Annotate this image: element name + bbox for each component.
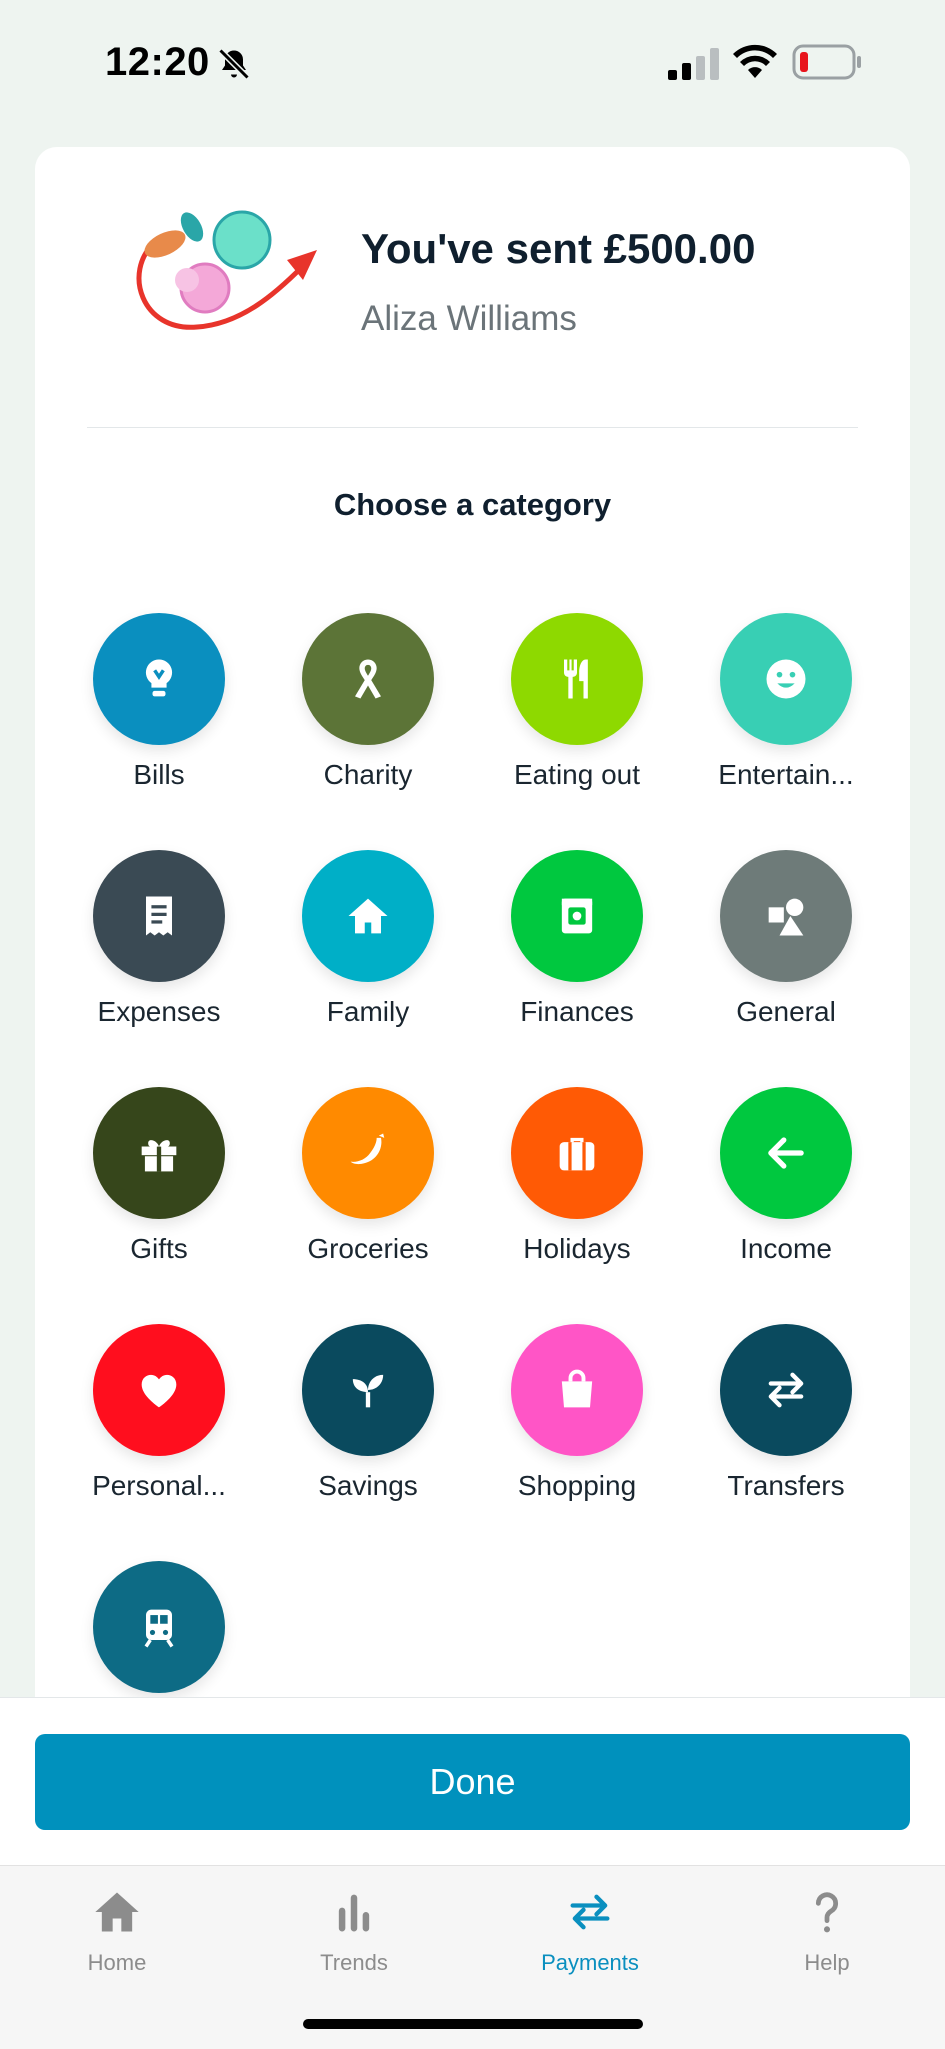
category-transfers-circle[interactable] (720, 1324, 852, 1456)
status-time: 12:20 (105, 40, 210, 84)
category-eating-out-circle[interactable] (511, 613, 643, 745)
payment-confirmation-card: You've sent £500.00 Aliza Williams Choos… (35, 147, 910, 1707)
receipt-icon (146, 896, 172, 936)
category-charity[interactable]: Charity (268, 613, 468, 791)
home-icon (95, 1892, 139, 1932)
category-label: Entertain... (718, 759, 854, 790)
category-label: Shopping (517, 1470, 637, 1501)
category-label: Groceries (307, 1233, 429, 1264)
tab-label: Trends (320, 1950, 388, 1975)
category-shopping-circle[interactable] (511, 1324, 643, 1456)
tab-payments[interactable]: Payments (500, 1886, 680, 1976)
category-income[interactable]: Income (686, 1087, 886, 1265)
cash-icon (561, 898, 593, 934)
category-family[interactable]: Family (268, 850, 468, 1028)
category-eating-out[interactable]: Eating out (477, 613, 677, 791)
category-personal-circle[interactable] (93, 1324, 225, 1456)
category-bills-circle[interactable] (93, 613, 225, 745)
ribbon-icon (355, 659, 381, 699)
category-bills[interactable]: Bills (59, 613, 259, 791)
category-groceries[interactable]: Groceries (268, 1087, 468, 1265)
tab-label: Help (804, 1950, 850, 1975)
category-transport[interactable] (59, 1561, 259, 1707)
category-general[interactable]: General (686, 850, 886, 1028)
tab-label: Payments (541, 1950, 639, 1975)
category-gifts-circle[interactable] (93, 1087, 225, 1219)
category-family-circle[interactable] (302, 850, 434, 982)
shapes-icon (768, 898, 804, 936)
wifi-icon (733, 44, 777, 78)
category-expenses[interactable]: Expenses (59, 850, 259, 1028)
category-charity-circle[interactable] (302, 613, 434, 745)
category-grid: Bills Charity Eating out Entertain... Ex… (35, 147, 910, 1707)
category-finances[interactable]: Finances (477, 850, 677, 1028)
category-label: Transfers (727, 1470, 845, 1501)
category-expenses-circle[interactable] (93, 850, 225, 982)
category-income-circle[interactable] (720, 1087, 852, 1219)
done-button[interactable]: Done (35, 1734, 910, 1830)
category-label: Holidays (523, 1233, 631, 1264)
shopping-bag-icon (561, 1369, 593, 1408)
bell-muted-icon (218, 48, 250, 80)
category-holidays[interactable]: Holidays (477, 1087, 677, 1265)
category-label: Bills (133, 759, 185, 790)
banana-icon (350, 1133, 385, 1165)
house-icon (348, 898, 388, 934)
category-label: Income (740, 1233, 832, 1264)
category-label: Family (326, 996, 410, 1027)
battery-low-icon (792, 44, 861, 80)
category-gifts[interactable]: Gifts (59, 1087, 259, 1265)
sprout-icon (352, 1374, 384, 1408)
category-transfers[interactable]: Transfers (686, 1324, 886, 1502)
gift-icon (141, 1140, 177, 1172)
tab-help[interactable]: Help (737, 1886, 917, 1976)
tab-label: Home (87, 1950, 147, 1975)
home-indicator (303, 2019, 643, 2029)
tab-trends[interactable]: Trends (264, 1886, 444, 1976)
category-savings-circle[interactable] (302, 1324, 434, 1456)
category-label: Expenses (97, 996, 221, 1027)
category-label: General (736, 996, 836, 1027)
category-groceries-circle[interactable] (302, 1087, 434, 1219)
category-holidays-circle[interactable] (511, 1087, 643, 1219)
category-transport-circle[interactable] (93, 1561, 225, 1693)
transfer-arrows-icon (768, 1372, 804, 1408)
lightbulb-icon (145, 659, 173, 697)
category-label: Finances (520, 996, 634, 1027)
tab-home[interactable]: Home (27, 1886, 207, 1976)
done-footer: Done (0, 1697, 945, 1866)
category-label: Charity (323, 759, 413, 790)
train-icon (144, 1609, 174, 1648)
cutlery-icon (564, 659, 588, 699)
category-shopping[interactable]: Shopping (477, 1324, 677, 1502)
category-label: Savings (318, 1470, 418, 1501)
arrow-left-icon (768, 1137, 804, 1169)
bar-chart-icon (338, 1894, 370, 1932)
category-personal[interactable]: Personal... (59, 1324, 259, 1502)
category-label: Personal... (92, 1470, 226, 1501)
heart-icon (141, 1374, 177, 1408)
cellular-signal-icon (668, 48, 719, 80)
status-bar: 12:20 (0, 0, 945, 120)
category-entertainment-circle[interactable] (720, 613, 852, 745)
transfer-arrows-icon (570, 1894, 610, 1930)
category-entertainment[interactable]: Entertain... (686, 613, 886, 791)
category-general-circle[interactable] (720, 850, 852, 982)
category-savings[interactable]: Savings (268, 1324, 468, 1502)
category-label: Eating out (513, 759, 641, 790)
question-icon (815, 1892, 839, 1933)
category-label: Gifts (130, 1233, 188, 1264)
suitcase-icon (559, 1137, 595, 1171)
category-finances-circle[interactable] (511, 850, 643, 982)
smiley-icon (766, 659, 806, 699)
